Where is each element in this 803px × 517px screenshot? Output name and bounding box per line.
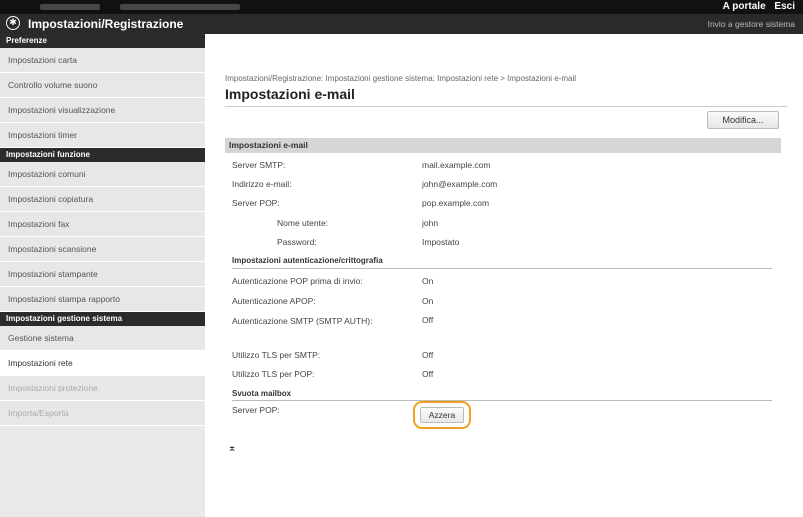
sidebar-item-fax[interactable]: Impostazioni fax bbox=[0, 212, 205, 237]
sidebar-heading-funzione: Impostazioni funzione bbox=[0, 148, 205, 162]
setting-value: On bbox=[422, 276, 434, 286]
setting-label: Server POP: bbox=[232, 198, 280, 208]
top-bar: A portale Esci bbox=[0, 0, 803, 14]
section-header: Impostazioni e-mail bbox=[225, 138, 781, 153]
sidebar-item-scansione[interactable]: Impostazioni scansione bbox=[0, 237, 205, 262]
gear-icon: ✱ bbox=[6, 16, 20, 30]
title-bar: ✱ Impostazioni/Registrazione Invio a ges… bbox=[0, 14, 803, 34]
sidebar-heading-preferenze: Preferenze bbox=[0, 34, 205, 48]
sidebar: Preferenze Impostazioni carta Controllo … bbox=[0, 34, 205, 517]
setting-label: Server SMTP: bbox=[232, 160, 286, 170]
setting-value: Impostato bbox=[422, 237, 460, 247]
setting-value: Off bbox=[422, 350, 434, 360]
setting-label: Utilizzo TLS per POP: bbox=[232, 369, 315, 379]
auth-divider bbox=[232, 268, 772, 269]
sidebar-item-rete[interactable]: Impostazioni rete bbox=[0, 351, 205, 376]
setting-value: On bbox=[422, 296, 434, 306]
app-title: Impostazioni/Registrazione bbox=[28, 17, 184, 31]
mailbox-subheading: Svuota mailbox bbox=[232, 389, 292, 398]
portal-link[interactable]: A portale bbox=[723, 1, 766, 12]
setting-value: mail.example.com bbox=[422, 160, 491, 170]
sidebar-item-visualizzazione[interactable]: Impostazioni visualizzazione bbox=[0, 98, 205, 123]
sidebar-item-protezione[interactable]: Impostazioni protezione bbox=[0, 376, 205, 401]
logout-link[interactable]: Esci bbox=[774, 1, 795, 12]
sidebar-item-comuni[interactable]: Impostazioni comuni bbox=[0, 162, 205, 187]
send-to-admin-link[interactable]: Invio a gestore sistema bbox=[708, 19, 795, 29]
setting-label: Autenticazione SMTP (SMTP AUTH): bbox=[232, 316, 373, 326]
setting-value: john@example.com bbox=[422, 179, 498, 189]
setting-label: Indirizzo e-mail: bbox=[232, 179, 292, 189]
sidebar-item-timer[interactable]: Impostazioni timer bbox=[0, 123, 205, 148]
sidebar-item-importa-esporta[interactable]: Importa/Esporta bbox=[0, 401, 205, 426]
page-title: Impostazioni e-mail bbox=[225, 86, 355, 102]
blurred-text bbox=[120, 4, 240, 10]
back-to-top-icon[interactable]: ⌅ bbox=[228, 443, 236, 454]
auth-subheading: Impostazioni autenticazione/crittografia bbox=[232, 256, 383, 265]
sidebar-item-copiatura[interactable]: Impostazioni copiatura bbox=[0, 187, 205, 212]
breadcrumb: Impostazioni/Registrazione: Impostazioni… bbox=[225, 74, 577, 83]
sidebar-item-stampa-rapporto[interactable]: Impostazioni stampa rapporto bbox=[0, 287, 205, 312]
title-divider bbox=[225, 106, 787, 107]
setting-label: Utilizzo TLS per SMTP: bbox=[232, 350, 321, 360]
sidebar-item-controllo-volume[interactable]: Controllo volume suono bbox=[0, 73, 205, 98]
sidebar-item-stampante[interactable]: Impostazioni stampante bbox=[0, 262, 205, 287]
setting-value: Off bbox=[422, 369, 434, 379]
blurred-text bbox=[40, 4, 100, 10]
setting-label: Autenticazione POP prima di invio: bbox=[232, 276, 363, 286]
sidebar-heading-gestione-sistema: Impostazioni gestione sistema bbox=[0, 312, 205, 326]
setting-label: Server POP: bbox=[232, 405, 280, 415]
mailbox-divider bbox=[232, 400, 772, 401]
sidebar-item-gestione-sistema[interactable]: Gestione sistema bbox=[0, 326, 205, 351]
setting-value: Off bbox=[422, 315, 434, 325]
reset-button-highlight[interactable]: Azzera bbox=[413, 401, 471, 429]
modify-button[interactable]: Modifica... bbox=[707, 111, 779, 129]
setting-value: pop.example.com bbox=[422, 198, 490, 208]
sidebar-item-impostazioni-carta[interactable]: Impostazioni carta bbox=[0, 48, 205, 73]
setting-value: john bbox=[422, 218, 439, 228]
reset-button[interactable]: Azzera bbox=[420, 407, 464, 423]
setting-label: Autenticazione APOP: bbox=[232, 296, 316, 306]
